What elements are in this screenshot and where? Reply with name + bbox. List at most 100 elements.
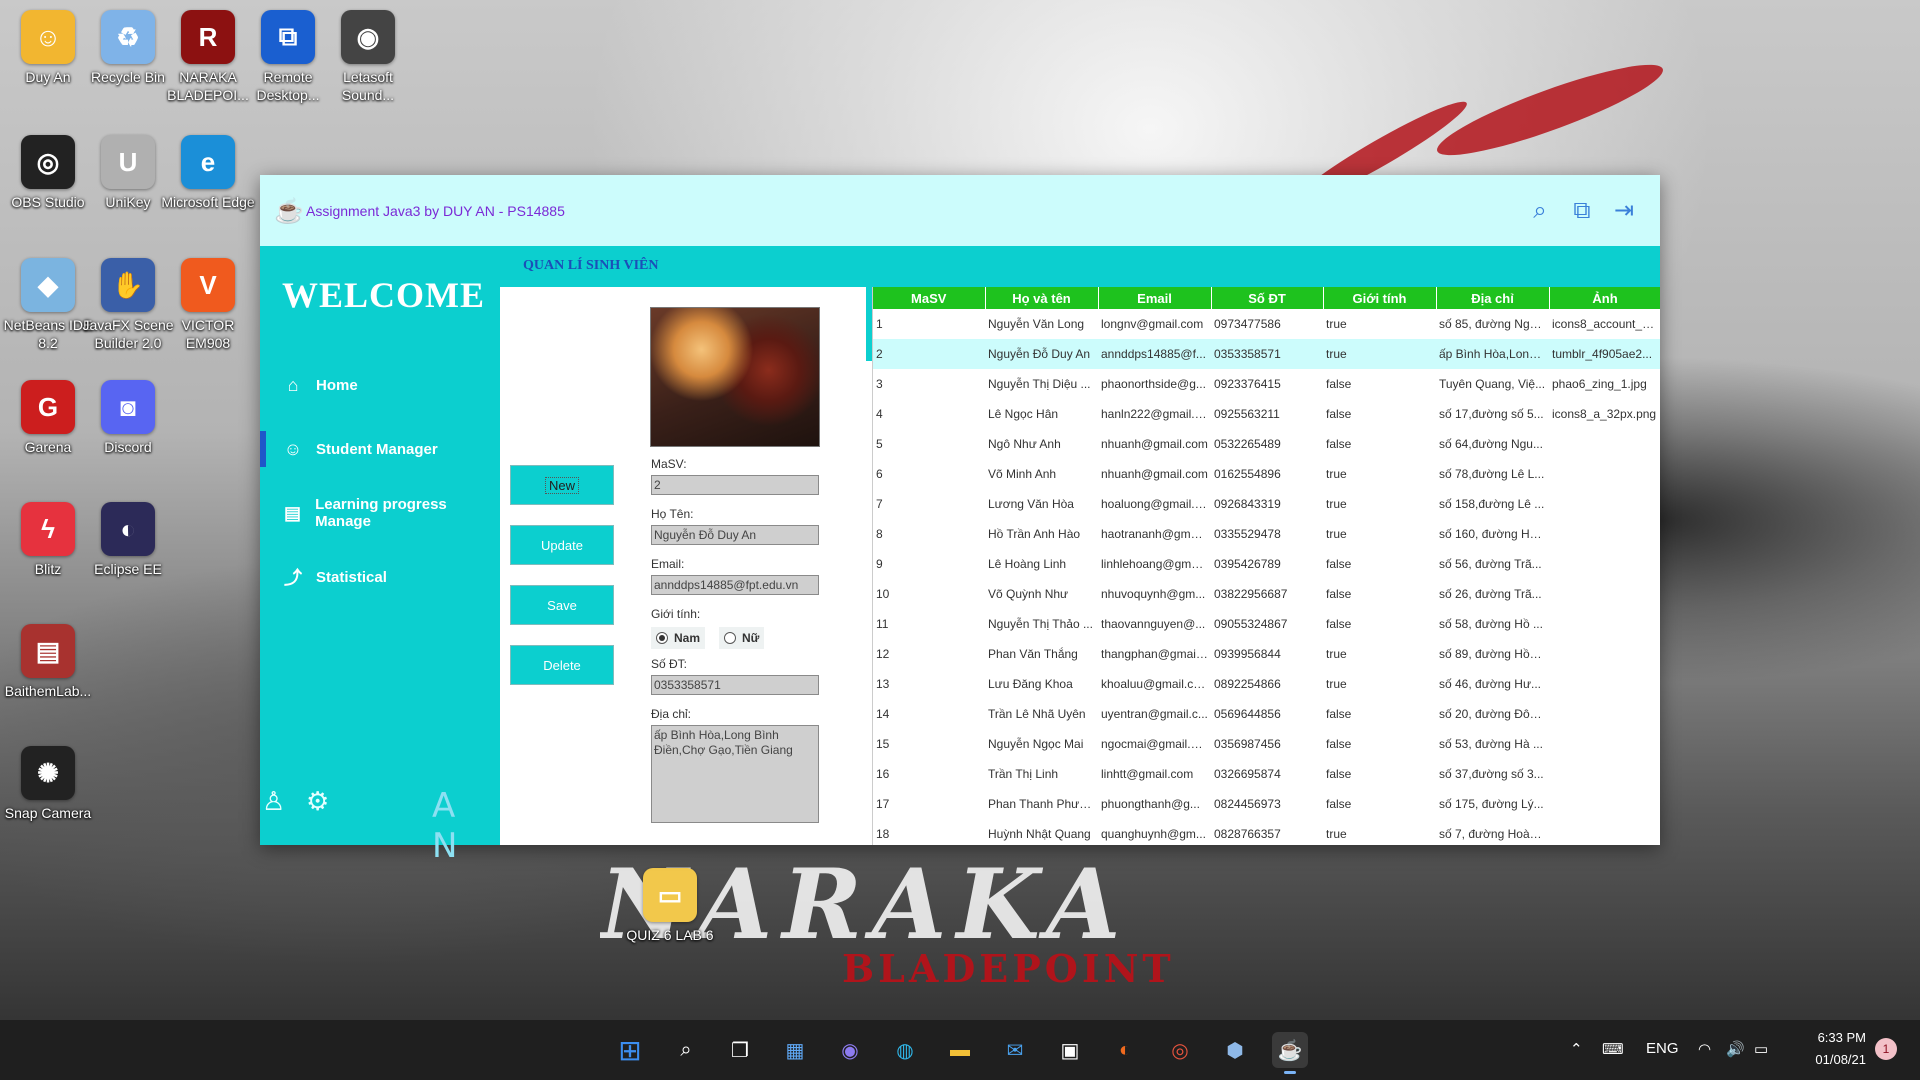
table-row[interactable]: 5 Ngô Như Anh nhuanh@gmail.com 0532265489 fa… <box>873 429 1660 459</box>
volume-icon[interactable]: 🔊 <box>1726 1040 1745 1058</box>
keyboard-icon[interactable]: ⌨ <box>1602 1040 1624 1058</box>
restore-window-icon[interactable]: ⧉ <box>1566 195 1598 227</box>
desktop-icon[interactable]: ◉ Letasoft Sound... <box>321 10 415 114</box>
desktop-icon[interactable]: ▭ QUIZ 6 LAB 6 <box>623 868 717 972</box>
update-button[interactable]: Update <box>510 525 614 565</box>
settings-gear-icon[interactable]: ⚙ <box>306 786 329 817</box>
table-cell: false <box>1326 437 1352 451</box>
email-input[interactable] <box>651 575 819 595</box>
zoom-out-icon[interactable]: ⌕ <box>1524 195 1556 227</box>
mail-icon[interactable]: ✉ <box>997 1032 1033 1068</box>
address-textarea[interactable]: ấp Bình Hòa,Long Bình Điền,Chợ Gạo,Tiền … <box>651 725 819 823</box>
table-cell: 12 <box>876 647 890 661</box>
table-body: 1 Nguyễn Văn Long longnv@gmail.com 09734775… <box>873 309 1660 845</box>
phone-input[interactable] <box>651 675 819 695</box>
table-row[interactable]: 15 Nguyễn Ngọc Mai ngocmai@gmail.com 035698… <box>873 729 1660 759</box>
table-row[interactable]: 6 Võ Minh Anh nhuanh@gmail.com 0162554896 tr… <box>873 459 1660 489</box>
desktop-icon-label: VICTOR EM908 <box>181 317 235 351</box>
file-explorer-icon[interactable]: ▬ <box>942 1032 978 1068</box>
edge-icon: e <box>181 135 235 189</box>
table-cell: longnv@gmail.com <box>1101 317 1204 331</box>
widgets-icon[interactable]: ▦ <box>777 1032 813 1068</box>
speaker-icon: ◉ <box>341 10 395 64</box>
table-row[interactable]: 12 Phan Văn Thắng thangphan@gmail... 093995… <box>873 639 1660 669</box>
table-row[interactable]: 2 Nguyễn Đỗ Duy An annddps14885@f... 035335… <box>873 339 1660 369</box>
table-row[interactable]: 13 Lưu Đăng Khoa khoaluu@gmail.com 08922548… <box>873 669 1660 699</box>
table-row[interactable]: 7 Lương Văn Hòa hoaluong@gmail.c... 0926843… <box>873 489 1660 519</box>
column-header[interactable]: MaSV <box>873 287 986 309</box>
column-header[interactable]: Địa chỉ <box>1436 287 1550 309</box>
table-cell: 3 <box>876 377 883 391</box>
virtualbox-icon[interactable]: ⬢ <box>1217 1032 1253 1068</box>
table-cell: 18 <box>876 827 890 841</box>
table-row[interactable]: 18 Huỳnh Nhật Quang quanghuynh@gm... 082876… <box>873 819 1660 845</box>
sidebar-item-label: Learning progress Manage <box>315 496 447 530</box>
table-row[interactable]: 1 Nguyễn Văn Long longnv@gmail.com 09734775… <box>873 309 1660 339</box>
new-button[interactable]: New <box>510 465 614 505</box>
gender-male-radio[interactable]: Nam <box>651 627 706 649</box>
table-cell: icons8_account_3... <box>1552 317 1659 331</box>
title-bar[interactable]: ☕ Assignment Java3 by DUY AN - PS14885 ⌕… <box>260 175 1660 246</box>
student-icon: ☺ <box>283 438 303 459</box>
masv-input[interactable] <box>651 475 819 495</box>
show-hidden-icons-icon[interactable]: ⌃ <box>1570 1040 1583 1058</box>
table-row[interactable]: 16 Trần Thị Linh linhtt@gmail.com 032669587… <box>873 759 1660 789</box>
window-title: Assignment Java3 by DUY AN - PS14885 <box>306 203 565 219</box>
hoten-input[interactable] <box>651 525 819 545</box>
table-cell: Ngô Như Anh <box>988 437 1061 451</box>
column-header[interactable]: Email <box>1098 287 1212 309</box>
student-table[interactable]: MaSV Họ và tên Email Số ĐT Giới tính Địa chỉ Ả… <box>872 287 1660 845</box>
table-row[interactable]: 4 Lê Ngọc Hân hanln222@gmail.c... 092556321… <box>873 399 1660 429</box>
wallpaper-red-stroke <box>1430 50 1670 170</box>
table-row[interactable]: 17 Phan Thanh Phươ... phuongthanh@g... 0824… <box>873 789 1660 819</box>
column-header[interactable]: Số ĐT <box>1211 287 1324 309</box>
edge-taskbar-icon[interactable]: ◍ <box>887 1032 923 1068</box>
store-icon[interactable]: ▣ <box>1052 1032 1088 1068</box>
desktop-icon[interactable]: ✺ Snap Camera <box>1 746 95 850</box>
gender-female-radio[interactable]: Nữ <box>719 627 765 649</box>
task-view-icon[interactable]: ❐ <box>722 1032 758 1068</box>
victor-taskbar-icon[interactable]: ◐ <box>1107 1032 1143 1068</box>
folder-icon: ▭ <box>643 868 697 922</box>
desktop-icon[interactable]: ◐ Eclipse EE <box>81 502 175 606</box>
table-row[interactable]: 8 Hồ Trần Anh Hào haotrananh@gmai... 033552… <box>873 519 1660 549</box>
column-header[interactable]: Giới tính <box>1323 287 1437 309</box>
desktop-icon[interactable]: ◙ Discord <box>81 380 175 484</box>
exit-icon[interactable]: ⇥ <box>1608 195 1640 227</box>
table-cell: 0824456973 <box>1214 797 1281 811</box>
sidebar-item-statistical[interactable]: ⤴ Statistical <box>260 559 500 595</box>
table-row[interactable]: 11 Nguyễn Thị Thảo ... thaovannguyen@... 09… <box>873 609 1660 639</box>
clock-date[interactable]: 01/08/21 <box>1804 1052 1866 1067</box>
wifi-icon[interactable]: ◠ <box>1698 1040 1711 1058</box>
delete-button[interactable]: Delete <box>510 645 614 685</box>
table-cell: số 46, đường Hư... <box>1439 677 1541 691</box>
table-row[interactable]: 3 Nguyễn Thị Diệu ... phaonorthside@g... 09… <box>873 369 1660 399</box>
table-row[interactable]: 10 Võ Quỳnh Như nhuvoquynh@gm... 0382295668… <box>873 579 1660 609</box>
desktop-icon[interactable]: ▤ BaithemLab... <box>1 624 95 728</box>
table-cell: số 58, đường Hồ ... <box>1439 617 1543 631</box>
column-header[interactable]: Họ và tên <box>985 287 1099 309</box>
clock-time[interactable]: 6:33 PM <box>1808 1030 1866 1045</box>
java-app-taskbar-icon[interactable]: ☕ <box>1272 1032 1308 1074</box>
battery-icon[interactable]: ▭ <box>1754 1040 1768 1058</box>
teams-chat-icon[interactable]: ◉ <box>832 1032 868 1068</box>
sidebar-item-home[interactable]: ⌂ Home <box>260 367 500 403</box>
start-windows-icon[interactable]: ⊞ <box>612 1032 648 1068</box>
user-profile-icon[interactable]: ♙ <box>262 786 285 817</box>
desktop-icon[interactable]: V VICTOR EM908 <box>161 258 255 362</box>
student-avatar-image <box>650 307 820 447</box>
chrome-icon[interactable]: ◎ <box>1162 1032 1198 1068</box>
notification-badge[interactable]: 1 <box>1875 1038 1897 1060</box>
save-button[interactable]: Save <box>510 585 614 625</box>
table-cell: ấp Bình Hòa,Long ... <box>1436 339 1549 369</box>
table-row[interactable]: 9 Lê Hoàng Linh linhlehoang@gmail... 039542… <box>873 549 1660 579</box>
column-header[interactable]: Ảnh <box>1549 287 1660 309</box>
sidebar-item-learning-progress[interactable]: ▤ Learning progress Manage <box>260 495 500 531</box>
table-row[interactable]: 14 Trần Lê Nhã Uyên uyentran@gmail.c... 056… <box>873 699 1660 729</box>
desktop-icon[interactable]: e Microsoft Edge <box>161 135 255 239</box>
search-icon[interactable]: ⌕ <box>668 1032 704 1068</box>
sidebar-item-student-manager[interactable]: ☺ Student Manager <box>260 431 500 467</box>
table-cell: 10 <box>876 587 890 601</box>
language-indicator[interactable]: ENG <box>1646 1040 1679 1057</box>
table-cell: Nguyễn Ngọc Mai <box>988 737 1084 751</box>
